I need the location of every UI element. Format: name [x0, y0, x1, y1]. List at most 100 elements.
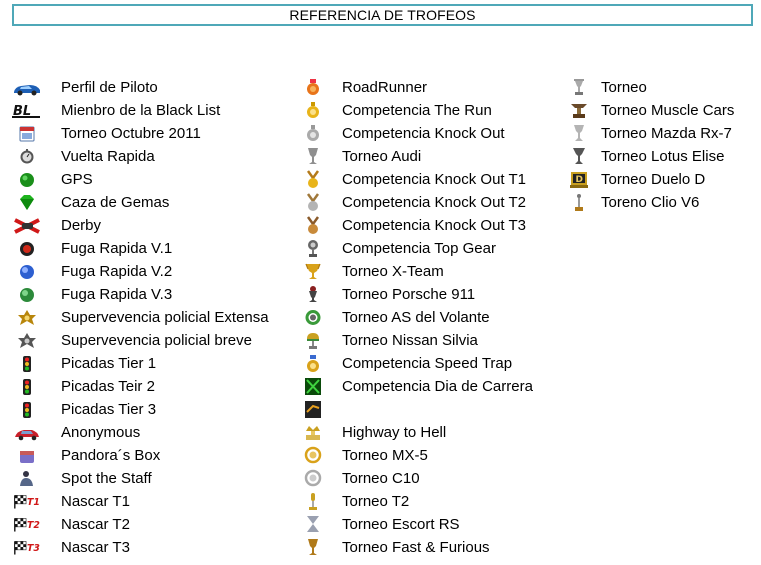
trophy-label: Picadas Tier 1 — [61, 355, 157, 372]
trophy-column-3: Torneo Torneo Muscle Cars Torneo Mazda Rx-… — [568, 76, 734, 214]
trophy-row: Torneo AS del Volante — [302, 306, 533, 329]
speed-medal-icon — [304, 354, 322, 373]
stopwatch-icon — [12, 148, 42, 165]
red-car-icon — [12, 424, 42, 441]
trophy-label: Competencia Speed Trap — [342, 355, 513, 372]
trophy-label: Picadas Tier 3 — [61, 401, 157, 418]
checkered-flag-t1-icon: T1 — [12, 493, 42, 510]
small-trophy-icon — [568, 78, 590, 97]
trophy-row: Competencia Knock Out T3 — [302, 214, 533, 237]
trophy-label: Torneo Escort RS — [342, 516, 460, 533]
gold-badge-icon — [12, 309, 42, 326]
trophy-label: Caza de Gemas — [61, 194, 170, 211]
trophy-label: Picadas Teir 2 — [61, 378, 155, 395]
trophy-row: Torneo Escort RS — [302, 513, 533, 536]
silver-wreath-icon — [304, 469, 322, 488]
trophy-label: Highway to Hell — [342, 424, 447, 441]
trophy-row: Torneo Nissan Silvia — [302, 329, 533, 352]
gold-ribbon-medal-icon — [304, 170, 322, 189]
trophy-label: Competencia Top Gear — [342, 240, 496, 257]
helmet-trophy-icon — [304, 331, 322, 350]
derby-x-icon — [12, 217, 42, 234]
trophy-row: Fuga Rapida V.3 — [12, 283, 269, 306]
trophy-label: Torneo Duelo D — [601, 171, 706, 188]
d-plaque-icon: D — [568, 170, 590, 189]
trophy-row: Spot the Staff — [12, 467, 269, 490]
trophy-label: Pandora´s Box — [61, 447, 161, 464]
trophy-row: Fuga Rapida V.2 — [12, 260, 269, 283]
red-orb-icon — [12, 240, 42, 257]
svg-text:D: D — [576, 175, 583, 185]
wheel-wreath-icon — [304, 308, 322, 327]
top-gear-trophy-icon — [304, 239, 322, 258]
orange-medal-icon — [304, 78, 322, 97]
blue-orb-icon — [12, 263, 42, 280]
checkered-flag-t2-icon: T2 — [12, 516, 42, 533]
trophy-row: Torneo Audi — [302, 145, 533, 168]
trophy-label: Derby — [61, 217, 102, 234]
trophy-column-1: Perfil de Piloto BL Mienbro de la Black Li… — [12, 76, 269, 559]
trophy-label: Torneo Lotus Elise — [601, 148, 725, 165]
green-dot-icon — [12, 171, 42, 188]
trophy-row: Torneo C10 — [302, 467, 533, 490]
trophy-label: Fuga Rapida V.1 — [61, 240, 173, 257]
trophy-row: Competencia Knock Out — [302, 122, 533, 145]
trophy-row: BL Mienbro de la Black List — [12, 99, 269, 122]
green-square-icon — [304, 377, 322, 396]
trophy-row: Competencia Dia de Carrera — [302, 375, 533, 398]
flag-tag: T3 — [27, 543, 40, 554]
trophy-row: Highway to Hell — [302, 421, 533, 444]
gold-medal-icon — [304, 101, 322, 120]
gold-cup-icon — [304, 262, 322, 281]
trophy-label: Vuelta Rapida — [61, 148, 155, 165]
slim-trophy-icon — [304, 492, 322, 511]
trophy-label: RoadRunner — [342, 79, 428, 96]
trophy-row: Torneo X-Team — [302, 260, 533, 283]
trophy-row: Supervevencia policial Extensa — [12, 306, 269, 329]
trophy-row: Supervevencia policial breve — [12, 329, 269, 352]
trophy-label: Competencia The Run — [342, 102, 492, 119]
traffic-light-icon — [12, 355, 42, 372]
trophy-label: Torneo Mazda Rx-7 — [601, 125, 732, 142]
trophy-label: Torneo MX-5 — [342, 447, 428, 464]
car-icon — [12, 79, 42, 96]
trophy-label: Torneo Fast & Furious — [342, 539, 490, 556]
trophy-row: Picadas Teir 2 — [12, 375, 269, 398]
dark-trophy-icon — [304, 285, 322, 304]
dark-square-icon — [304, 400, 322, 419]
bronze-ribbon-medal-icon — [304, 216, 322, 235]
trophy-row: Torneo Mazda Rx-7 — [568, 122, 734, 145]
traffic-light-icon — [12, 378, 42, 395]
page-title-text: REFERENCIA DE TROFEOS — [289, 7, 476, 23]
trophy-label: Competencia Knock Out T2 — [342, 194, 526, 211]
green-orb-icon — [12, 286, 42, 303]
trophy-row: Vuelta Rapida — [12, 145, 269, 168]
silver-badge-icon — [12, 332, 42, 349]
trophy-row: Competencia The Run — [302, 99, 533, 122]
trophy-label: Torneo Porsche 911 — [342, 286, 476, 303]
silver-medal-icon — [304, 124, 322, 143]
trophy-row: T2 Nascar T2 — [12, 513, 269, 536]
trophy-label: Spot the Staff — [61, 470, 152, 487]
flag-tag: T1 — [27, 497, 40, 508]
trophy-row: Torneo Porsche 911 — [302, 283, 533, 306]
trophy-label: Anonymous — [61, 424, 141, 441]
trophy-label: GPS — [61, 171, 93, 188]
person-icon — [12, 470, 42, 487]
trophy-row: Competencia Top Gear — [302, 237, 533, 260]
hourglass-trophy-icon — [304, 515, 322, 534]
trophy-label: Supervevencia policial breve — [61, 332, 252, 349]
page-title: REFERENCIA DE TROFEOS — [12, 4, 753, 26]
trophy-row: Caza de Gemas — [12, 191, 269, 214]
trophy-row: Competencia Knock Out T1 — [302, 168, 533, 191]
trophy-row: Derby — [12, 214, 269, 237]
trophy-label: Torneo Nissan Silvia — [342, 332, 478, 349]
calendar-icon — [12, 125, 42, 142]
tall-trophy-icon — [568, 193, 590, 212]
trophy-label: Competencia Dia de Carrera — [342, 378, 533, 395]
trophy-label: Mienbro de la Black List — [61, 102, 221, 119]
trophy-label: Fuga Rapida V.2 — [61, 263, 173, 280]
trophy-label: Toreno Clio V6 — [601, 194, 700, 211]
gem-icon — [12, 194, 42, 211]
trophy-row: Toreno Clio V6 — [568, 191, 734, 214]
